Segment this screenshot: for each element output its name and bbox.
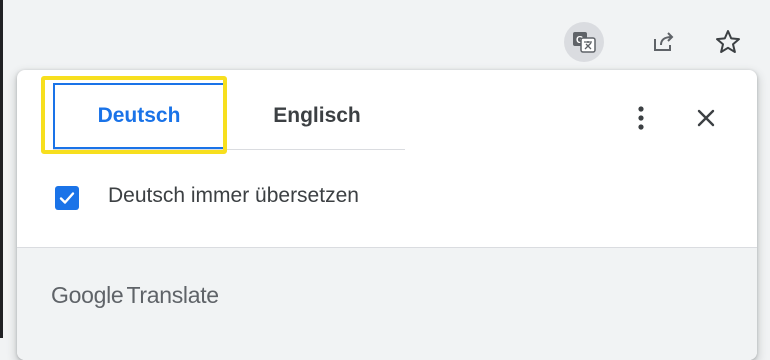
tab-label: Deutsch (97, 104, 181, 127)
brand-google: Google (51, 282, 124, 308)
always-translate-checkbox[interactable] (55, 186, 79, 210)
brand-translate: Translate (126, 282, 219, 308)
tab-divider (53, 149, 405, 150)
bookmark-button[interactable] (708, 22, 748, 62)
close-icon (697, 109, 715, 127)
tab-target-language[interactable]: Englisch (229, 83, 405, 149)
tab-source-language[interactable]: Deutsch (53, 83, 225, 149)
share-button[interactable] (644, 22, 684, 62)
translate-popup: Deutsch Englisch Deutsch immer übersetze… (17, 70, 757, 360)
more-vert-icon (638, 106, 644, 130)
translate-icon: G (573, 32, 596, 53)
browser-toolbar: G (3, 0, 770, 72)
google-translate-logo: Google Translate (51, 282, 219, 309)
share-icon (654, 32, 674, 51)
tab-label: Englisch (273, 104, 361, 127)
more-options-button[interactable] (623, 100, 659, 136)
close-button[interactable] (688, 100, 724, 136)
translate-button[interactable]: G (564, 22, 604, 62)
popup-footer: Google Translate (17, 247, 757, 360)
star-icon (716, 30, 740, 53)
checkmark-icon (59, 192, 75, 204)
always-translate-label: Deutsch immer übersetzen (108, 184, 359, 207)
